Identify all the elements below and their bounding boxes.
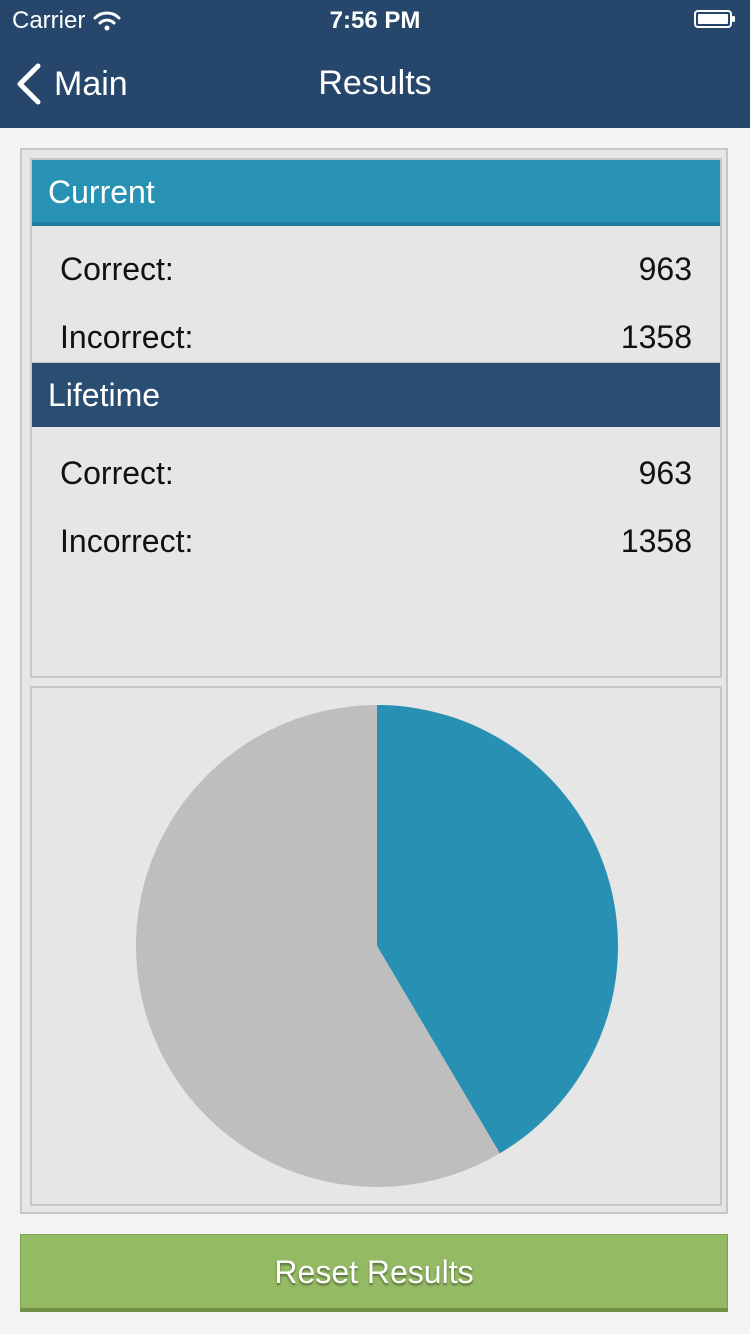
lifetime-section-header: Lifetime	[32, 363, 720, 427]
chart-panel	[30, 686, 722, 1206]
results-container: Current Correct: 963 Incorrect: 1358 Lif…	[20, 148, 728, 1214]
results-pie-chart	[136, 705, 618, 1187]
current-incorrect-row: Incorrect: 1358	[60, 312, 692, 362]
status-time: 7:56 PM	[329, 7, 421, 34]
stats-panel: Current Correct: 963 Incorrect: 1358 Lif…	[30, 158, 722, 678]
lifetime-correct-row: Correct: 963	[60, 448, 692, 498]
reset-results-button[interactable]: Reset Results	[20, 1234, 728, 1312]
lifetime-correct-label: Correct:	[60, 454, 174, 491]
lifetime-incorrect-label: Incorrect:	[60, 522, 194, 559]
current-incorrect-label: Incorrect:	[60, 318, 194, 355]
status-bar: Carrier 7:56 PM	[0, 0, 750, 40]
navigation-bar: Main Results	[0, 40, 750, 128]
page-title: Results	[318, 64, 432, 102]
lifetime-incorrect-value: 1358	[620, 522, 692, 559]
current-section-header: Current	[32, 160, 720, 226]
lifetime-incorrect-row: Incorrect: 1358	[60, 516, 692, 566]
lifetime-correct-value: 963	[638, 454, 692, 491]
current-correct-label: Correct:	[60, 250, 174, 287]
current-incorrect-value: 1358	[620, 318, 692, 355]
current-correct-value: 963	[638, 250, 692, 287]
battery-icon	[694, 10, 735, 28]
current-correct-row: Correct: 963	[60, 244, 692, 294]
